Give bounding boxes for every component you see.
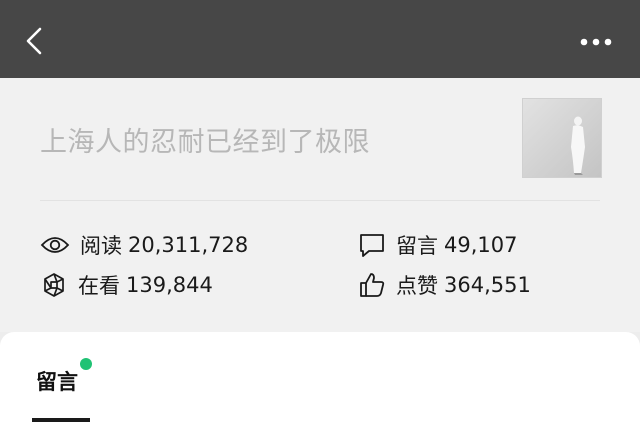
article-summary: 上海人的忍耐已经到了极限 阅读 20,311,728 留言 49,107 在看 … [0, 78, 640, 332]
read-count: 20,311,728 [128, 233, 249, 257]
comment-count: 49,107 [444, 233, 518, 257]
more-button[interactable] [576, 28, 616, 56]
active-tab-indicator [32, 418, 90, 422]
watching-label: 在看 [78, 274, 120, 298]
top-bar [0, 0, 640, 78]
like-count: 364,551 [444, 273, 531, 297]
divider [40, 200, 600, 201]
comments-section: 留言 [0, 332, 640, 422]
more-dots-icon [580, 38, 612, 46]
comment-label: 留言 [396, 234, 438, 258]
read-label: 阅读 [80, 234, 122, 258]
new-comment-badge [80, 358, 92, 370]
like-stat[interactable]: 点赞 364,551 [358, 270, 531, 300]
like-label: 点赞 [396, 274, 438, 298]
comment-bubble-icon [360, 234, 384, 257]
thumbs-up-icon [360, 273, 385, 297]
comments-tab[interactable]: 留言 [36, 366, 78, 396]
watching-flower-icon [44, 273, 64, 297]
eye-icon [40, 237, 70, 253]
article-thumbnail[interactable] [522, 98, 602, 178]
watching-stat[interactable]: 在看 139,844 [40, 270, 213, 300]
read-stat: 阅读 20,311,728 [40, 230, 248, 260]
chevron-left-icon [26, 27, 42, 55]
figure-thumbnail-icon [523, 99, 601, 177]
watching-count: 139,844 [126, 273, 213, 297]
article-title[interactable]: 上海人的忍耐已经到了极限 [40, 120, 370, 159]
back-button[interactable] [18, 24, 52, 58]
comment-stat[interactable]: 留言 49,107 [358, 230, 517, 260]
